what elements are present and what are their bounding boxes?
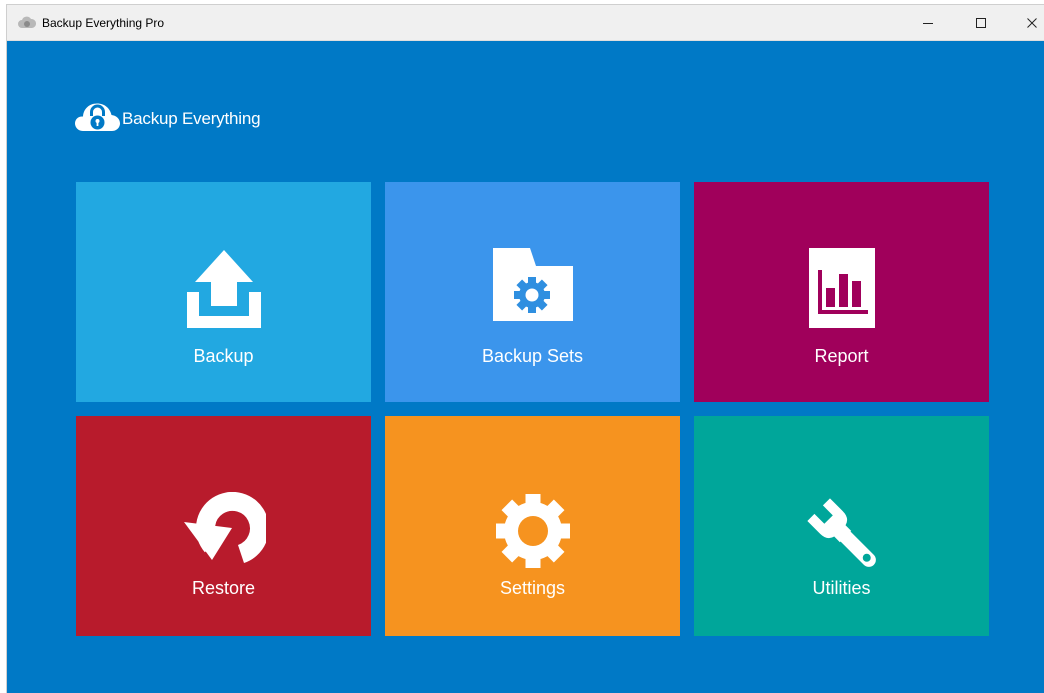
cloud-lock-icon <box>18 16 36 28</box>
app-window: Backup Everything Pro Backup Everything … <box>7 5 1044 693</box>
main-content: Backup Everything Backup Backup Sets Rep… <box>7 41 1044 693</box>
backup-sets-tile[interactable]: Backup Sets <box>385 182 680 402</box>
maximize-icon <box>976 17 986 28</box>
close-icon <box>1027 17 1037 28</box>
folder-gear-icon <box>492 248 573 321</box>
maximize-button[interactable] <box>958 5 1004 40</box>
gear-icon <box>495 494 570 568</box>
report-label: Report <box>814 346 869 366</box>
settings-tile[interactable]: Settings <box>385 416 680 636</box>
backup-sets-label: Backup Sets <box>481 346 584 366</box>
report-tile[interactable]: Report <box>694 182 989 402</box>
minimize-icon <box>923 22 933 24</box>
restore-tile[interactable]: Restore <box>76 416 371 636</box>
utilities-label: Utilities <box>812 578 871 598</box>
title-bar[interactable]: Backup Everything Pro <box>7 5 1044 41</box>
bar-chart-icon <box>808 248 875 328</box>
close-button[interactable] <box>1009 5 1044 40</box>
utilities-tile[interactable]: Utilities <box>694 416 989 636</box>
backup-label: Backup <box>193 346 254 366</box>
restore-arrow-icon <box>183 492 266 564</box>
window-title: Backup Everything Pro <box>42 16 165 30</box>
brand-name: Backup Everything <box>122 109 261 128</box>
restore-label: Restore <box>191 578 256 598</box>
backup-tile[interactable]: Backup <box>76 182 371 402</box>
wrench-icon <box>806 498 876 567</box>
upload-icon <box>186 250 261 328</box>
cloud-lock-icon <box>75 103 120 131</box>
settings-label: Settings <box>499 578 566 598</box>
minimize-button[interactable] <box>905 5 951 40</box>
